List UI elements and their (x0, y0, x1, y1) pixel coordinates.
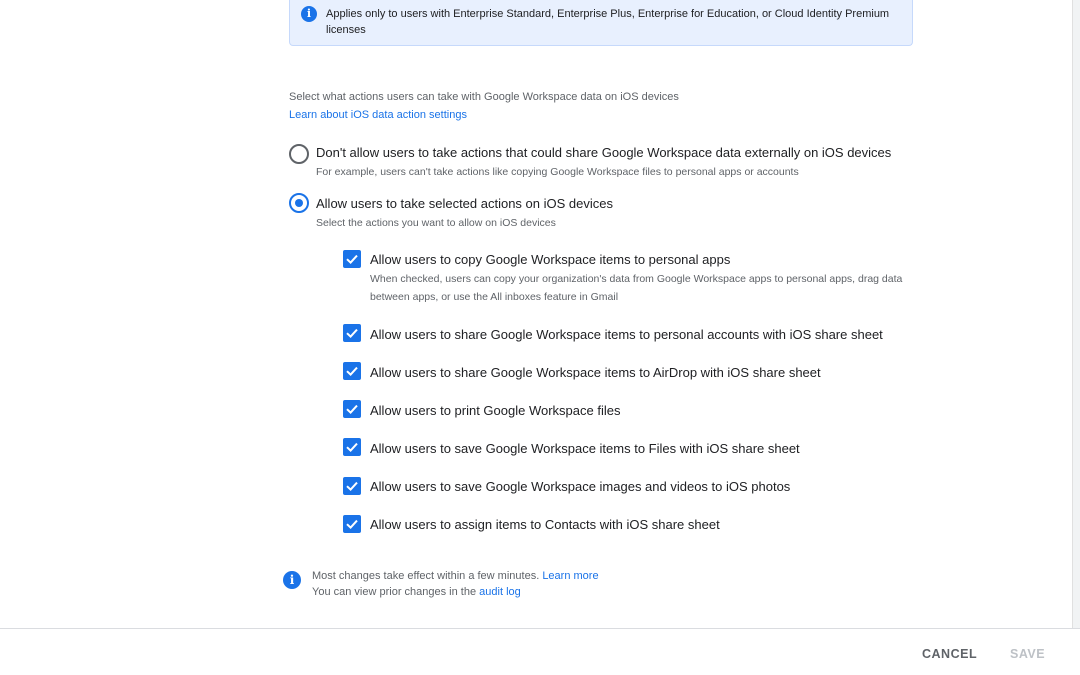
save-button[interactable]: SAVE (1010, 647, 1045, 661)
radio-dont-allow-label[interactable]: Don't allow users to take actions that c… (316, 145, 891, 160)
checkmark-icon (346, 404, 358, 415)
checkmark-icon (346, 254, 358, 265)
checkbox-assign-to-contacts-label[interactable]: Allow users to assign items to Contacts … (370, 517, 720, 532)
license-notice-text: Applies only to users with Enterprise St… (326, 8, 890, 36)
checkbox-save-to-files[interactable] (343, 438, 361, 456)
info-icon: i (301, 6, 317, 22)
checkmark-icon (346, 328, 358, 339)
checkbox-print-files-label[interactable]: Allow users to print Google Workspace fi… (370, 403, 620, 418)
learn-ios-data-actions-link[interactable]: Learn about iOS data action settings (289, 109, 467, 121)
checkbox-copy-to-personal-apps[interactable] (343, 250, 361, 268)
changes-note-line-2: You can view prior changes in the audit … (312, 586, 521, 598)
checkbox-save-to-ios-photos-label[interactable]: Allow users to save Google Workspace ima… (370, 479, 790, 494)
checkbox-share-to-airdrop-label[interactable]: Allow users to share Google Workspace it… (370, 365, 821, 380)
radio-dont-allow-help: For example, users can't take actions li… (316, 166, 799, 178)
checkbox-save-to-files-label[interactable]: Allow users to save Google Workspace ite… (370, 441, 800, 456)
checkmark-icon (346, 519, 358, 530)
checkmark-icon (346, 442, 358, 453)
checkbox-assign-to-contacts[interactable] (343, 515, 361, 533)
radio-allow-selected-help: Select the actions you want to allow on … (316, 217, 556, 229)
page-scrollbar-track[interactable] (1072, 0, 1080, 628)
checkbox-print-files[interactable] (343, 400, 361, 418)
checkbox-copy-to-personal-apps-help: When checked, users can copy your organi… (370, 273, 903, 303)
checkmark-icon (346, 481, 358, 492)
ios-data-actions-page: i Applies only to users with Enterprise … (0, 0, 1080, 675)
info-icon: i (283, 571, 301, 589)
audit-log-text: You can view prior changes in the (312, 586, 477, 598)
changes-note-line-1: Most changes take effect within a few mi… (312, 570, 599, 582)
action-bar: CANCEL SAVE (0, 628, 1080, 675)
learn-more-link[interactable]: Learn more (542, 570, 598, 582)
checkbox-share-to-airdrop[interactable] (343, 362, 361, 380)
checkbox-save-to-ios-photos[interactable] (343, 477, 361, 495)
section-description: Select what actions users can take with … (289, 91, 679, 103)
radio-dont-allow[interactable] (289, 144, 309, 164)
cancel-button[interactable]: CANCEL (922, 647, 977, 661)
changes-note-text: Most changes take effect within a few mi… (312, 570, 540, 582)
checkmark-icon (346, 366, 358, 377)
audit-log-link[interactable]: audit log (479, 586, 521, 598)
license-notice: i Applies only to users with Enterprise … (289, 0, 913, 46)
checkbox-copy-to-personal-apps-label[interactable]: Allow users to copy Google Workspace ite… (370, 252, 730, 267)
checkbox-share-to-personal-accounts[interactable] (343, 324, 361, 342)
radio-allow-selected-label[interactable]: Allow users to take selected actions on … (316, 196, 613, 211)
radio-allow-selected[interactable] (289, 193, 309, 213)
checkbox-share-to-personal-accounts-label[interactable]: Allow users to share Google Workspace it… (370, 327, 883, 342)
